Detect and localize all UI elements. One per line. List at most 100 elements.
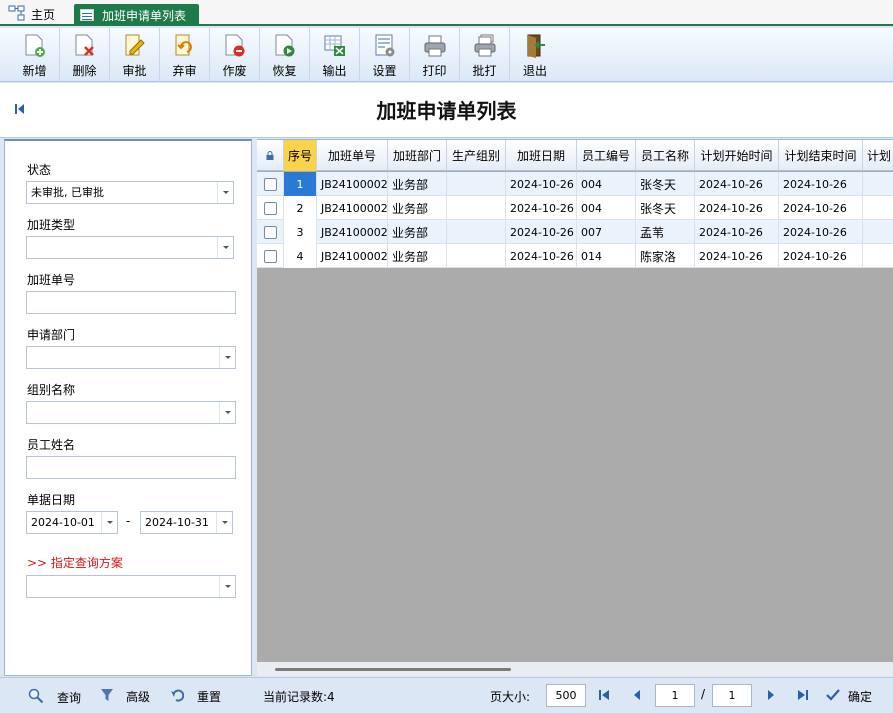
print-button[interactable]: 打印 (410, 28, 460, 82)
settings-icon (373, 33, 397, 59)
unapprove-button[interactable]: 弃审 (160, 28, 210, 82)
ot-type-select[interactable] (26, 236, 234, 259)
table-row[interactable]: 3 JB24100002 业务部 2024-10-26 007 孟苇 2024-… (257, 220, 893, 244)
col-header-plan-end[interactable]: 计划结束时间 (779, 140, 863, 171)
chevron-down-icon[interactable] (219, 576, 235, 597)
chevron-down-icon[interactable] (101, 512, 117, 533)
row-plan-more (863, 244, 893, 268)
col-header-plan-start[interactable]: 计划开始时间 (695, 140, 779, 171)
date-label: 单据日期 (27, 493, 76, 507)
current-page-input[interactable]: 1 (655, 684, 695, 707)
unapprove-icon (173, 33, 197, 59)
tab-overtime-list[interactable]: 加班申请单列表 (74, 4, 199, 26)
table-row[interactable]: 1 JB24100002 业务部 2024-10-26 004 张冬天 2024… (257, 172, 893, 196)
confirm-button[interactable]: 确定 (826, 688, 872, 705)
row-checkbox[interactable] (263, 201, 277, 215)
tab-home[interactable]: 主页 (8, 4, 55, 24)
delete-button[interactable]: 删除 (60, 28, 110, 82)
first-page-icon[interactable] (598, 689, 610, 704)
employee-input[interactable] (26, 456, 236, 479)
date-from-picker[interactable]: 2024-10-01 (26, 511, 118, 534)
checkmark-icon (826, 689, 840, 704)
chevron-down-icon[interactable] (216, 512, 232, 533)
col-header-plan-more[interactable]: 计划 (863, 140, 893, 171)
chevron-down-icon[interactable] (217, 182, 233, 203)
date-to-picker[interactable]: 2024-10-31 (140, 511, 233, 534)
chevron-down-icon[interactable] (219, 347, 235, 368)
col-header-seq[interactable]: 序号 (284, 140, 317, 171)
dept-select[interactable] (26, 346, 236, 369)
status-label: 状态 (27, 163, 52, 177)
settings-button[interactable]: 设置 (360, 28, 410, 82)
row-ot-no: JB24100002 (317, 172, 388, 196)
row-checkbox[interactable] (263, 177, 277, 191)
row-group (447, 244, 506, 268)
horizontal-scrollbar[interactable] (257, 662, 893, 676)
row-emp-name: 张冬天 (636, 196, 695, 220)
tab-overtime-list-label: 加班申请单列表 (102, 8, 187, 23)
row-emp-no: 014 (577, 244, 636, 268)
col-header-date[interactable]: 加班日期 (506, 140, 577, 171)
row-plan-more (863, 172, 893, 196)
status-select[interactable]: 未审批, 已审批 (26, 181, 234, 204)
row-seq: 2 (284, 196, 317, 220)
chevron-down-icon[interactable] (219, 402, 235, 423)
query-scheme-label[interactable]: >> 指定查询方案 (27, 554, 123, 571)
last-page-icon[interactable] (797, 689, 809, 704)
void-button[interactable]: 作废 (210, 28, 260, 82)
employee-label: 员工姓名 (27, 438, 76, 452)
page-size-label: 页大小: (490, 690, 531, 704)
row-checkbox[interactable] (263, 225, 277, 239)
row-seq: 4 (284, 244, 317, 268)
row-plan-start: 2024-10-26 (695, 196, 779, 220)
previous-page-icon[interactable] (632, 689, 642, 704)
scrollbar-thumb[interactable] (275, 668, 511, 671)
export-button[interactable]: 输出 (310, 28, 360, 82)
next-page-icon[interactable] (766, 689, 776, 704)
col-header-emp-no[interactable]: 员工编号 (577, 140, 636, 171)
delete-doc-icon (73, 33, 97, 59)
row-emp-name: 陈家洛 (636, 244, 695, 268)
approve-button[interactable]: 审批 (110, 28, 160, 82)
col-header-dept[interactable]: 加班部门 (388, 140, 447, 171)
row-seq: 3 (284, 220, 317, 244)
row-emp-name: 孟苇 (636, 220, 695, 244)
lock-icon (266, 149, 274, 163)
new-button[interactable]: 新增 (10, 28, 60, 82)
ot-type-label: 加班类型 (27, 218, 76, 232)
row-ot-no: JB24100002 (317, 196, 388, 220)
exit-button[interactable]: 退出 (510, 28, 560, 82)
col-header-ot-no[interactable]: 加班单号 (317, 140, 388, 171)
filter-panel: 状态 未审批, 已审批 加班类型 加班单号 申请部门 组别名称 员工姓名 单据日… (4, 139, 252, 676)
row-checkbox[interactable] (263, 249, 277, 263)
row-ot-no: JB24100002 (317, 220, 388, 244)
reset-button[interactable]: 重置 (170, 688, 221, 705)
row-plan-more (863, 220, 893, 244)
new-doc-icon (23, 33, 47, 59)
query-scheme-select[interactable] (26, 575, 236, 598)
ot-no-input[interactable] (26, 291, 236, 314)
search-icon (28, 688, 44, 707)
query-button[interactable]: 查询 (28, 688, 81, 707)
export-spreadsheet-icon (323, 33, 347, 59)
grid-header: 序号 加班单号 加班部门 生产组别 加班日期 员工编号 员工名称 计划开始时间 … (257, 140, 893, 171)
ot-no-label: 加班单号 (27, 273, 76, 287)
lock-column-header[interactable] (257, 140, 284, 171)
date-from-value: 2024-10-01 (31, 516, 95, 529)
row-group (447, 220, 506, 244)
exit-door-icon (523, 33, 547, 59)
group-select[interactable] (26, 401, 236, 424)
table-row[interactable]: 2 JB24100002 业务部 2024-10-26 004 张冬天 2024… (257, 196, 893, 220)
table-row[interactable]: 4 JB24100002 业务部 2024-10-26 014 陈家洛 2024… (257, 244, 893, 268)
page-size-input[interactable]: 500 (546, 684, 586, 707)
batch-print-button[interactable]: 批打 (460, 28, 510, 82)
advanced-button[interactable]: 高级 (100, 688, 150, 705)
page-title: 加班申请单列表 (376, 99, 517, 123)
col-header-group[interactable]: 生产组别 (447, 140, 506, 171)
row-dept: 业务部 (388, 172, 447, 196)
undo-icon (170, 688, 185, 705)
row-ot-no: JB24100002 (317, 244, 388, 268)
col-header-emp-name[interactable]: 员工名称 (636, 140, 695, 171)
chevron-down-icon[interactable] (217, 237, 233, 258)
restore-button[interactable]: 恢复 (260, 28, 310, 82)
